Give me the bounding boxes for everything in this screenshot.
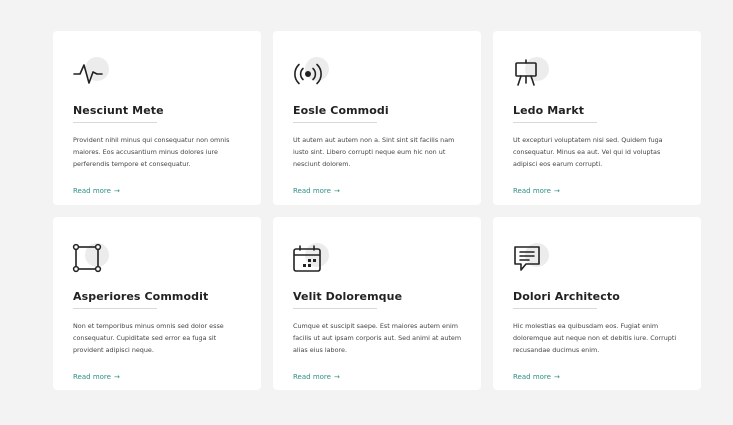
- title-underline: [73, 308, 157, 309]
- read-more-label: Read more: [293, 373, 331, 381]
- service-description: Ut excepturi voluptatem nisi sed. Quidem…: [513, 136, 663, 168]
- service-description: Cumque et suscipit saepe. Est maiores au…: [293, 322, 462, 354]
- title-underline: [293, 122, 377, 123]
- easel-icon: [515, 59, 537, 86]
- service-title: Eosle Commodi: [293, 104, 389, 117]
- service-description: Provident nihil minus qui consequatur no…: [73, 136, 230, 168]
- read-more-link[interactable]: Read more →: [293, 187, 340, 195]
- read-more-link[interactable]: Read more →: [73, 187, 120, 195]
- title-underline: [73, 122, 157, 123]
- service-card-4: Asperiores Commodit Non et temporibus mi…: [53, 217, 261, 390]
- read-more-label: Read more: [293, 187, 331, 195]
- bounding-box-icon: [72, 243, 102, 273]
- service-card-1: Nesciunt Mete Provident nihil minus qui …: [53, 31, 261, 205]
- title-underline: [513, 308, 597, 309]
- read-more-link[interactable]: Read more →: [293, 373, 340, 381]
- chat-text-icon: [514, 246, 540, 271]
- read-more-link[interactable]: Read more →: [73, 373, 120, 381]
- service-description: Hic molestias ea quibusdam eos. Fugiat e…: [513, 322, 677, 354]
- read-more-label: Read more: [513, 187, 551, 195]
- arrow-right-icon: →: [553, 373, 560, 381]
- service-icon-wrap: [72, 243, 109, 273]
- service-title: Nesciunt Mete: [73, 104, 164, 117]
- service-icon-wrap: [513, 57, 549, 87]
- arrow-right-icon: →: [113, 187, 120, 195]
- service-title: Asperiores Commodit: [73, 290, 209, 303]
- service-card-2: Eosle Commodi Ut autem aut autem non a. …: [273, 31, 481, 205]
- service-icon-wrap: [293, 243, 329, 273]
- service-icon-wrap: [293, 57, 329, 87]
- service-icon-wrap: [513, 243, 549, 273]
- service-card-6: Dolori Architecto Hic molestias ea quibu…: [493, 217, 701, 390]
- services-grid: Nesciunt Mete Provident nihil minus qui …: [53, 31, 701, 390]
- read-more-link[interactable]: Read more →: [513, 187, 560, 195]
- service-icon-wrap: [73, 57, 109, 87]
- title-underline: [293, 308, 377, 309]
- arrow-right-icon: →: [553, 187, 560, 195]
- arrow-right-icon: →: [333, 373, 340, 381]
- read-more-label: Read more: [73, 187, 111, 195]
- activity-icon: [73, 64, 103, 84]
- service-title: Velit Doloremque: [293, 290, 403, 303]
- arrow-right-icon: →: [333, 187, 340, 195]
- calendar-icon: [293, 245, 321, 272]
- service-description: Ut autem aut autem non a. Sint sint sit …: [293, 136, 455, 168]
- read-more-link[interactable]: Read more →: [513, 373, 560, 381]
- service-card-3: Ledo Markt Ut excepturi voluptatem nisi …: [493, 31, 701, 205]
- title-underline: [513, 122, 597, 123]
- broadcast-icon: [294, 63, 322, 85]
- read-more-label: Read more: [513, 373, 551, 381]
- service-title: Dolori Architecto: [513, 290, 620, 303]
- service-card-5: Velit Doloremque Cumque et suscipit saep…: [273, 217, 481, 390]
- read-more-label: Read more: [73, 373, 111, 381]
- arrow-right-icon: →: [113, 373, 120, 381]
- service-description: Non et temporibus minus omnis sed dolor …: [73, 322, 224, 354]
- service-title: Ledo Markt: [513, 104, 585, 117]
